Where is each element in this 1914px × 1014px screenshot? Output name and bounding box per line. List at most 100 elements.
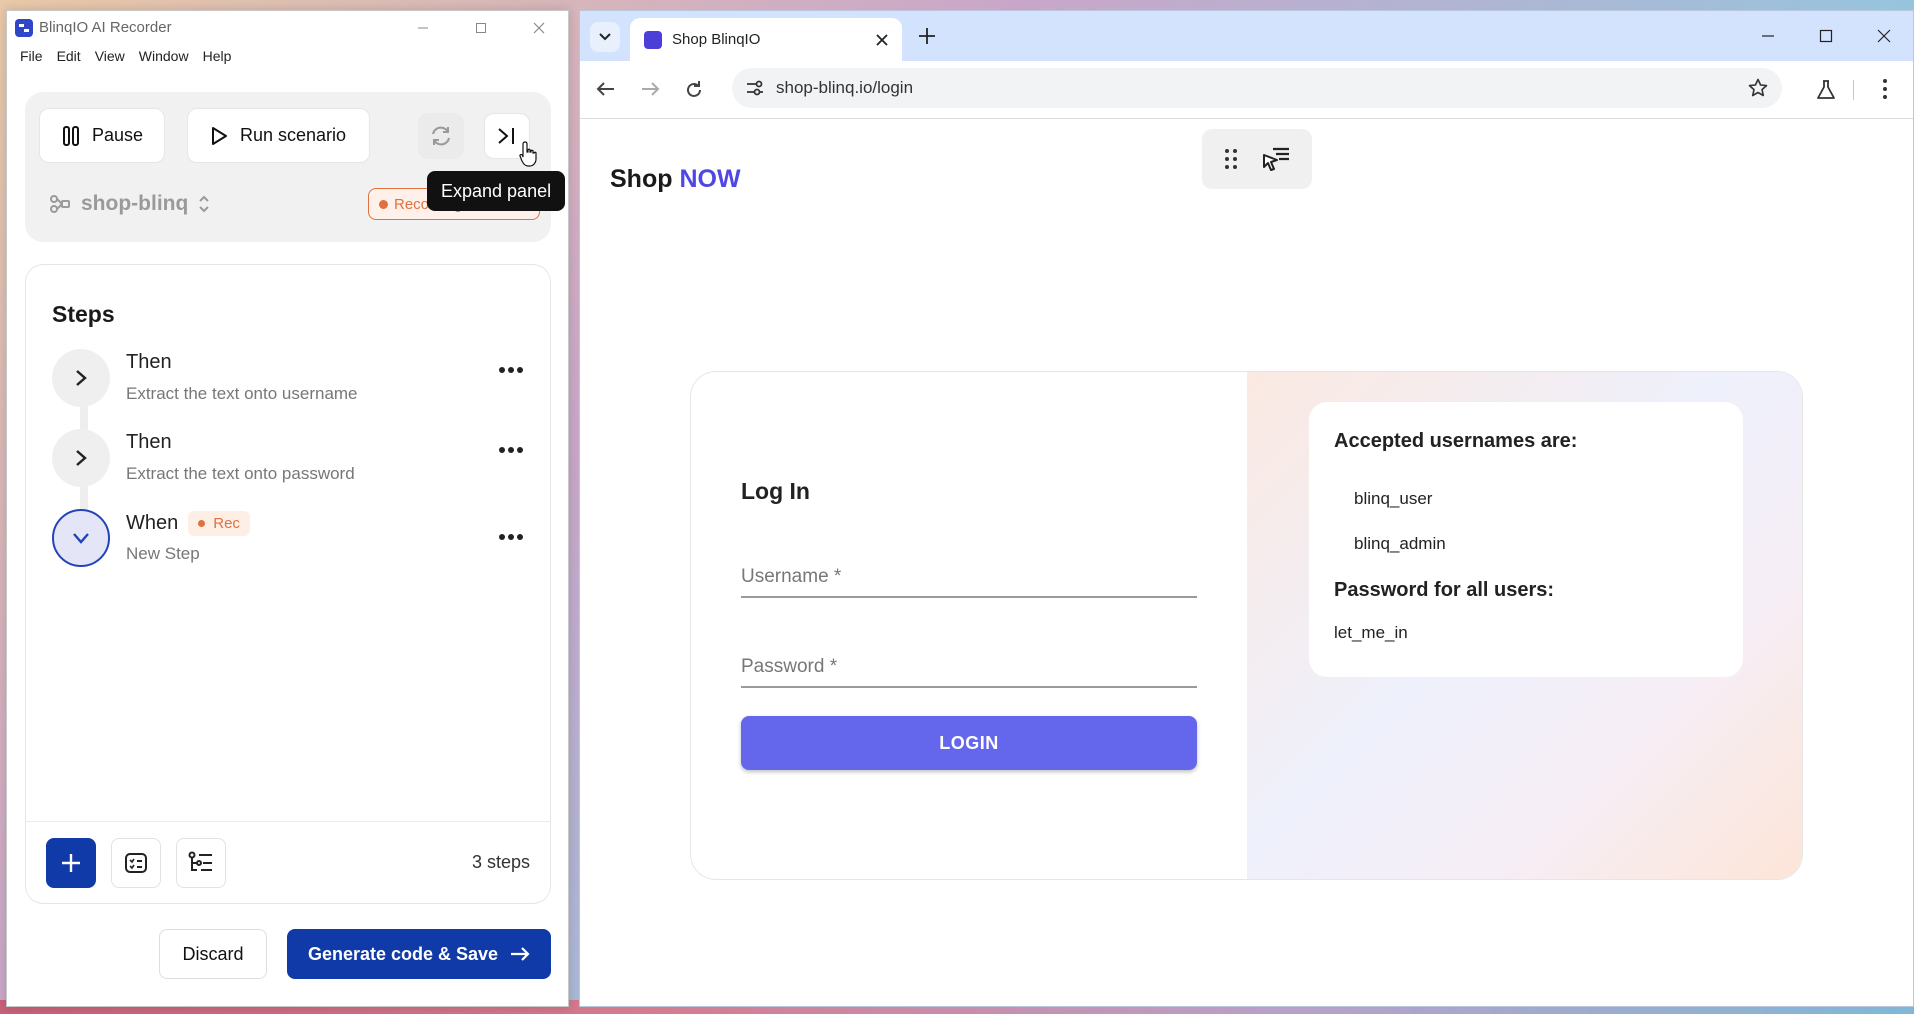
rec-badge: Rec <box>188 511 250 536</box>
menu-help[interactable]: Help <box>196 48 239 64</box>
browser-close-button[interactable] <box>1855 11 1913 61</box>
tab-close-icon[interactable] <box>876 33 888 46</box>
maximize-icon <box>476 22 486 33</box>
controls-panel: Pause Run scenario shop-blinq Recording <box>25 92 551 242</box>
checklist-button[interactable] <box>111 838 161 888</box>
username-item: blinq_admin <box>1354 534 1446 553</box>
close-icon <box>1877 29 1891 43</box>
play-icon <box>212 126 227 145</box>
step-item-active[interactable]: When Rec New Step <box>52 509 532 573</box>
add-step-button[interactable] <box>46 838 96 888</box>
tab-title: Shop BlinqIO <box>672 31 761 48</box>
generate-label: Generate code & Save <box>307 943 499 964</box>
pause-button[interactable]: Pause <box>39 108 165 163</box>
checklist-icon <box>125 853 147 873</box>
rec-dot-icon <box>198 520 206 527</box>
step-description: Extract the text onto password <box>126 464 355 483</box>
web-page: Shop NOW Log In Username * Password * LO… <box>580 119 1913 1006</box>
more-options-icon[interactable] <box>498 446 524 454</box>
password-input[interactable]: Password * <box>741 648 1197 688</box>
browser-tab[interactable]: Shop BlinqIO <box>630 18 902 61</box>
run-scenario-button[interactable]: Run scenario <box>187 108 370 163</box>
list-tree-icon <box>188 851 212 871</box>
menu-bar: File Edit View Window Help <box>7 44 568 68</box>
credentials-panel: Accepted usernames are: blinq_user blinq… <box>1247 372 1802 879</box>
steps-footer: 3 steps <box>26 821 550 903</box>
chevron-down-icon <box>73 533 89 544</box>
login-button[interactable]: LOGIN <box>741 716 1197 770</box>
chevron-right-icon <box>76 450 87 466</box>
address-bar[interactable]: shop-blinq.io/login <box>732 68 1782 108</box>
step-keyword: When Rec <box>126 511 250 536</box>
back-arrow-icon[interactable] <box>596 80 616 98</box>
username-item: blinq_user <box>1354 489 1433 508</box>
step-description: Extract the text onto username <box>126 384 358 403</box>
username-input[interactable]: Username * <box>741 558 1197 598</box>
project-name: shop-blinq <box>81 192 189 215</box>
recording-dot-icon <box>379 199 388 209</box>
chevron-down-icon <box>599 33 611 41</box>
reload-icon[interactable] <box>684 80 704 100</box>
close-icon <box>533 22 545 33</box>
step-expand-toggle[interactable] <box>52 429 110 487</box>
expand-panel-icon <box>498 128 514 144</box>
generate-save-button[interactable]: Generate code & Save <box>287 929 551 979</box>
step-count: 3 steps <box>471 852 530 872</box>
more-options-icon[interactable] <box>498 366 524 374</box>
shop-brand-logo[interactable]: Shop NOW <box>610 165 741 194</box>
project-graph-icon <box>50 195 70 213</box>
chevron-right-icon <box>76 370 87 386</box>
pause-label: Pause <box>92 125 144 145</box>
close-button[interactable] <box>510 11 568 44</box>
maximize-icon <box>1819 29 1833 43</box>
url-text: shop-blinq.io/login <box>776 78 914 97</box>
forward-arrow-icon[interactable] <box>640 80 660 98</box>
refresh-icon <box>432 126 450 146</box>
menu-view[interactable]: View <box>88 48 132 64</box>
menu-file[interactable]: File <box>13 48 50 64</box>
element-picker-icon[interactable] <box>1261 145 1291 173</box>
discard-button[interactable]: Discard <box>159 929 267 979</box>
recorder-title: BlinqIO AI Recorder <box>39 19 172 36</box>
browser-menu-icon[interactable] <box>1882 78 1888 100</box>
drag-handle-icon[interactable] <box>1224 148 1238 170</box>
maximize-button[interactable] <box>452 11 510 44</box>
minimize-icon <box>1762 35 1774 37</box>
refresh-button[interactable] <box>418 113 464 159</box>
minimize-button[interactable] <box>394 11 452 44</box>
run-label: Run scenario <box>240 125 347 145</box>
site-settings-icon[interactable] <box>746 80 764 96</box>
bookmark-star-icon[interactable] <box>1748 78 1768 98</box>
toolbar-separator <box>1853 80 1854 100</box>
login-form: Log In Username * Password * LOGIN <box>691 372 1247 879</box>
browser-window: Shop BlinqIO shop-blinq.io/login Shop NO… <box>579 10 1914 1007</box>
tab-strip: Shop BlinqIO <box>580 11 1913 61</box>
step-keyword: Then <box>126 351 172 373</box>
tab-search-button[interactable] <box>590 22 620 52</box>
credentials-info-card: Accepted usernames are: blinq_user blinq… <box>1309 402 1743 677</box>
step-keyword: Then <box>126 431 172 453</box>
more-options-icon[interactable] <box>498 533 524 541</box>
new-tab-icon[interactable] <box>916 25 938 47</box>
browser-maximize-button[interactable] <box>1797 11 1855 61</box>
project-selector[interactable]: shop-blinq <box>49 192 210 216</box>
step-collapse-toggle[interactable] <box>52 509 110 567</box>
expand-panel-tooltip: Expand panel <box>427 171 566 211</box>
login-card: Log In Username * Password * LOGIN Accep… <box>690 371 1803 880</box>
plus-icon <box>62 854 80 872</box>
menu-edit[interactable]: Edit <box>50 48 88 64</box>
browser-toolbar: shop-blinq.io/login <box>580 61 1913 119</box>
menu-window[interactable]: Window <box>132 48 196 64</box>
site-favicon-icon <box>644 30 662 49</box>
updown-chevron-icon <box>199 195 210 213</box>
recorder-window: BlinqIO AI Recorder File Edit View Windo… <box>6 10 569 1007</box>
step-item[interactable]: Then Extract the text onto username <box>52 349 532 413</box>
step-tree-button[interactable] <box>176 838 226 888</box>
browser-minimize-button[interactable] <box>1739 11 1797 61</box>
recorder-floating-toolbar <box>1202 129 1312 189</box>
labs-flask-icon[interactable] <box>1816 79 1836 101</box>
step-item[interactable]: Then Extract the text onto password <box>52 429 532 493</box>
steps-panel: Steps Then Extract the text onto usernam… <box>25 264 551 904</box>
step-expand-toggle[interactable] <box>52 349 110 407</box>
password-heading: Password for all users: <box>1334 579 1555 601</box>
